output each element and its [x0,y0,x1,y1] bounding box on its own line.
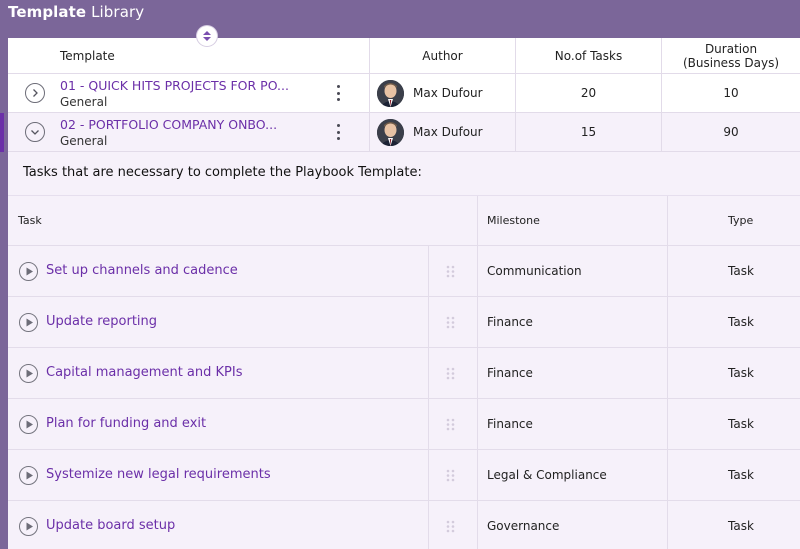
task-type: Task [728,417,754,431]
selected-indicator [0,113,4,152]
kebab-menu-icon[interactable] [329,122,347,142]
task-milestone: Governance [487,519,560,533]
task-type: Task [728,264,754,278]
task-name[interactable]: Update board setup [46,518,175,533]
template-name[interactable]: 01 - QUICK HITS PROJECTS FOR PO... [60,78,289,93]
task-type: Task [728,468,754,482]
task-milestone: Communication [487,264,582,278]
task-milestone: Legal & Compliance [487,468,607,482]
table-header: Template Author No.of Tasks Duration (Bu… [8,26,800,74]
avatar [377,80,404,107]
task-row[interactable]: Systemize new legal requirements Legal &… [8,450,800,501]
duration: 90 [723,125,739,139]
task-type: Task [728,315,754,329]
column-header-milestone[interactable]: Milestone [487,214,540,227]
task-row[interactable]: Capital management and KPIs Finance Task [8,348,800,399]
drag-handle-icon[interactable] [445,316,456,329]
template-row[interactable]: 01 - QUICK HITS PROJECTS FOR PO... Gener… [8,74,800,113]
top-bar: Template Library [0,0,800,38]
play-icon[interactable] [19,415,38,434]
drag-handle-icon[interactable] [445,367,456,380]
column-header-author[interactable]: Author [370,38,515,74]
task-count: 20 [580,86,597,100]
author-name: Max Dufour [413,125,483,139]
kebab-menu-icon[interactable] [329,83,347,103]
tasks-section-heading: Tasks that are necessary to complete the… [23,165,422,180]
drag-handle-icon[interactable] [445,520,456,533]
template-library-panel: Template Author No.of Tasks Duration (Bu… [0,26,800,549]
task-row[interactable]: Update reporting Finance Task [8,297,800,348]
task-type: Task [728,366,754,380]
page-title: Template Library [8,3,145,21]
template-row[interactable]: 02 - PORTFOLIO COMPANY ONBO... General M… [0,113,800,152]
chevron-right-icon[interactable] [25,83,45,103]
drag-handle-icon[interactable] [445,469,456,482]
template-category: General [60,95,108,109]
avatar [377,119,404,146]
play-icon[interactable] [19,466,38,485]
task-row[interactable]: Set up channels and cadence Communicatio… [8,246,800,297]
play-icon[interactable] [19,517,38,536]
task-name[interactable]: Capital management and KPIs [46,365,243,380]
template-category: General [60,134,108,148]
duration: 10 [723,86,739,100]
tasks-table-header: Task Milestone Type [8,196,800,246]
play-icon[interactable] [19,262,38,281]
sort-icon[interactable] [197,26,217,46]
template-name[interactable]: 02 - PORTFOLIO COMPANY ONBO... [60,117,277,132]
author-name: Max Dufour [413,86,483,100]
task-name[interactable]: Set up channels and cadence [46,263,238,278]
column-header-duration[interactable]: Duration (Business Days) [662,38,800,74]
column-header-type[interactable]: Type [728,214,753,227]
task-milestone: Finance [487,366,533,380]
task-row[interactable]: Plan for funding and exit Finance Task [8,399,800,450]
task-name[interactable]: Update reporting [46,314,157,329]
task-name[interactable]: Systemize new legal requirements [46,467,271,482]
play-icon[interactable] [19,364,38,383]
column-header-task[interactable]: Task [18,214,42,227]
task-type: Task [728,519,754,533]
task-milestone: Finance [487,315,533,329]
task-milestone: Finance [487,417,533,431]
task-name[interactable]: Plan for funding and exit [46,416,206,431]
tasks-table: Task Milestone Type Set up channels and … [8,195,800,549]
task-row[interactable]: Update board setup Governance Task [8,501,800,549]
drag-handle-icon[interactable] [445,265,456,278]
column-header-tasks[interactable]: No.of Tasks [516,38,661,74]
chevron-down-icon[interactable] [25,122,45,142]
play-icon[interactable] [19,313,38,332]
task-count: 15 [580,125,597,139]
drag-handle-icon[interactable] [445,418,456,431]
